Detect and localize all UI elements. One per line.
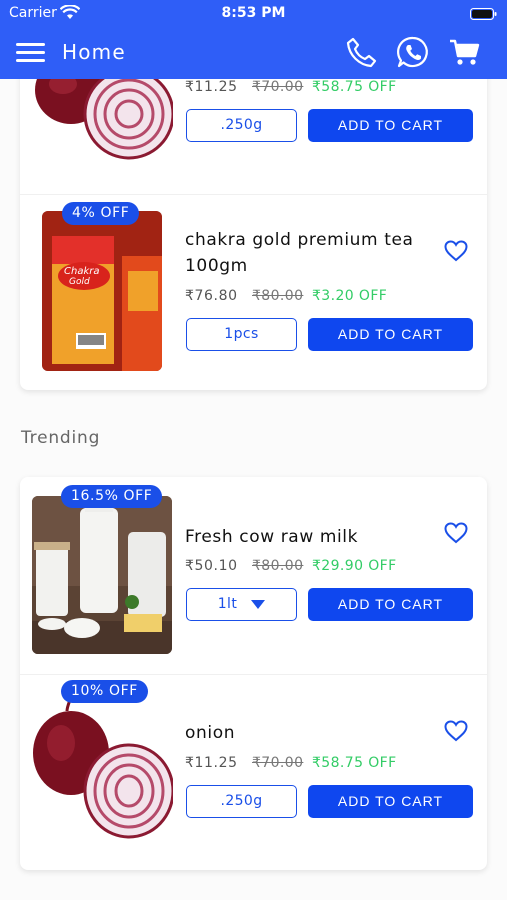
quantity-select[interactable]: .250g [186,785,297,818]
page-title: Home [62,40,126,64]
product-price: ₹11.25 [185,755,238,771]
status-time: 8:53 PM [221,5,286,21]
product-name: chakra gold premium tea 100gm [185,227,414,279]
wishlist-heart-icon[interactable] [444,240,468,262]
product-discount: ₹58.75 OFF [312,79,397,95]
add-to-cart-button[interactable]: ADD TO CART [308,109,473,142]
product-row: Chakra Gold 4% OFF chakra gold premium t… [20,195,487,390]
product-price: ₹11.25 [185,79,238,95]
add-to-cart-button[interactable]: ADD TO CART [308,318,473,351]
product-name: onion [185,723,236,743]
chevron-down-icon [251,599,266,609]
menu-icon[interactable] [16,43,45,63]
whatsapp-icon[interactable] [396,35,430,69]
product-discount: ₹3.20 OFF [312,288,388,304]
product-price: ₹76.80 [185,288,238,304]
discount-badge: 16.5% OFF [61,485,163,508]
product-price: ₹50.10 [185,558,238,574]
tea-box-image: Chakra Gold [42,211,162,371]
svg-text:Chakra: Chakra [64,266,99,277]
product-row: 10% OFF onion ₹11.25 ₹70.00 ₹58.75 OFF .… [20,675,487,870]
cart-icon[interactable] [448,35,482,69]
discount-badge: 4% OFF [62,202,140,225]
product-row: 16.5% OFF Fresh cow raw milk ₹50.10 ₹80.… [20,477,487,674]
product-mrp: ₹80.00 [252,558,304,574]
add-to-cart-button[interactable]: ADD TO CART [308,785,473,818]
product-discount: ₹58.75 OFF [312,755,397,771]
status-bar: Carrier 8:53 PM [0,0,507,28]
product-name-line1: chakra gold premium tea [185,230,414,250]
phone-icon[interactable] [344,35,378,69]
quantity-select[interactable]: .250g [186,109,297,142]
wishlist-heart-icon[interactable] [444,720,468,742]
section-title-trending: Trending [21,428,101,448]
product-card-trending: 16.5% OFF Fresh cow raw milk ₹50.10 ₹80.… [20,477,487,870]
quantity-dropdown[interactable]: 1lt [186,588,297,621]
product-discount: ₹29.90 OFF [312,558,397,574]
app-header: Carrier 8:53 PM Home [0,0,507,79]
product-name-line2: 100gm [185,256,248,276]
onion-image [33,687,173,845]
product-mrp: ₹70.00 [252,79,304,95]
discount-badge: 10% OFF [61,680,148,703]
product-card-recent: ₹11.25 ₹70.00 ₹58.75 OFF .250g ADD TO CA… [20,40,487,390]
add-to-cart-button[interactable]: ADD TO CART [308,588,473,621]
product-mrp: ₹80.00 [252,288,304,304]
quantity-select[interactable]: 1pcs [186,318,297,351]
product-mrp: ₹70.00 [252,755,304,771]
battery-icon [470,8,497,20]
milk-image [32,496,172,654]
product-name: Fresh cow raw milk [185,527,359,547]
quantity-value: 1lt [217,596,238,612]
wishlist-heart-icon[interactable] [444,522,468,544]
svg-text:Gold: Gold [69,277,90,287]
